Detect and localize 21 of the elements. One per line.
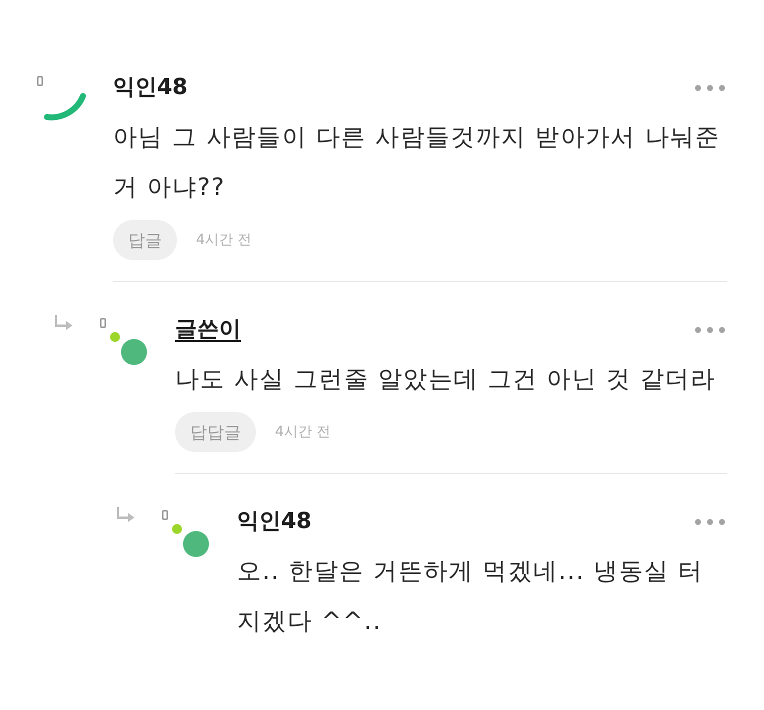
comment-text: 오.. 한달은 거뜬하게 먹겠네... 냉동실 터지겠다 ^^.. — [237, 556, 704, 637]
avatar-icon — [121, 339, 147, 365]
dot-icon — [172, 524, 182, 534]
author-name[interactable]: 글쓴이 — [175, 312, 241, 348]
comment-text: 아님 그 사람들이 다른 사람들것까지 받아가서 나눠준 거 아냐?? — [113, 122, 722, 203]
timestamp: 4시간 전 — [196, 231, 252, 249]
avatar-icon — [183, 531, 209, 557]
image-placeholder-icon — [100, 318, 106, 328]
dot-icon — [110, 332, 120, 342]
comment-text: 나도 사실 그런줄 알았는데 그건 아닌 것 같더라 — [175, 364, 717, 395]
image-placeholder-icon — [162, 510, 168, 520]
more-icon[interactable] — [695, 85, 725, 91]
more-icon[interactable] — [695, 519, 725, 525]
reply-arrow-icon — [55, 315, 73, 330]
reply-arrow-icon — [117, 507, 135, 522]
image-placeholder-icon — [37, 76, 43, 86]
author-name[interactable]: 익인48 — [237, 504, 312, 540]
author-name[interactable]: 익인48 — [113, 70, 188, 106]
more-icon[interactable] — [695, 327, 725, 333]
loading-arc-icon — [43, 92, 87, 122]
timestamp: 4시간 전 — [275, 423, 330, 441]
